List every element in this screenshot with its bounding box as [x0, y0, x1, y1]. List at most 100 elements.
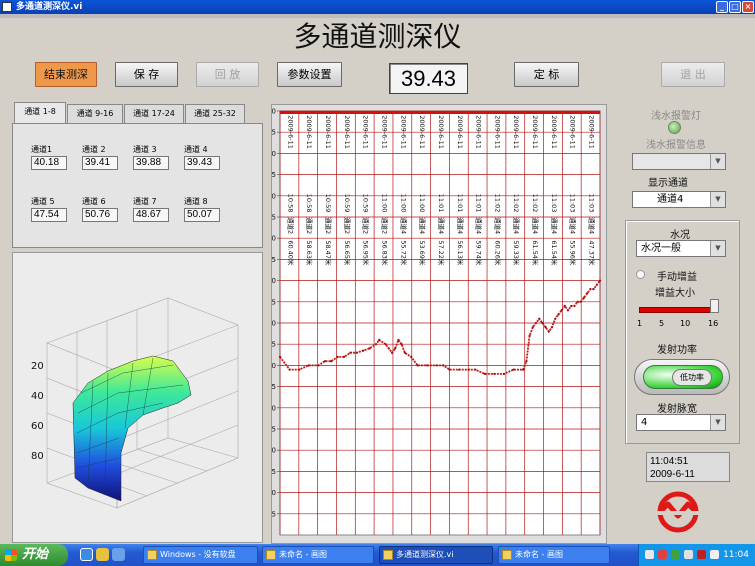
column-annotation: 11:03	[550, 194, 558, 213]
trace-point	[394, 347, 397, 350]
window-titlebar[interactable]: 多通道测深仪.vi _ □ ×	[0, 0, 755, 14]
power-toggle[interactable]: 低功率	[634, 359, 730, 395]
maximize-icon[interactable]: □	[729, 1, 741, 13]
trace-point	[550, 326, 554, 329]
column-annotation: 2009-6-11	[531, 115, 539, 149]
column-annotation: 11:01	[437, 194, 445, 213]
taskbar-item[interactable]: Windows - 没有软盘	[143, 546, 258, 564]
trace-point	[525, 360, 528, 363]
column-annotation: 11:03	[569, 194, 577, 213]
column-annotation: 2009-6-11	[512, 115, 520, 149]
water-select[interactable]: 水况一般 ▼	[636, 240, 726, 257]
media-icon[interactable]	[112, 548, 125, 561]
column-annotation: 58.63米	[305, 240, 314, 266]
channel-value: 39.88	[133, 156, 169, 170]
column-annotation: 10:58	[286, 194, 294, 213]
save-button[interactable]: 保 存	[115, 62, 178, 87]
column-annotation: 55.72米	[399, 240, 408, 266]
company-logo	[656, 491, 700, 533]
folder-icon[interactable]	[96, 548, 109, 561]
column-annotation: 58.47米	[324, 240, 333, 266]
y-tick-label: 10	[272, 150, 276, 158]
column-annotation: 2009-6-11	[286, 115, 294, 149]
gain-size-label: 增益大小	[655, 288, 695, 299]
channel-value: 47.54	[31, 208, 67, 222]
column-annotation: 2009-6-11	[588, 115, 596, 149]
tab-ch1-8[interactable]: 通道 1-8	[14, 102, 66, 123]
trace-point	[573, 304, 576, 308]
y-tick-label: 40	[272, 277, 276, 285]
trace-point	[330, 360, 333, 363]
ie-icon[interactable]	[80, 548, 93, 561]
trace-point	[528, 334, 531, 337]
gain-slider-thumb[interactable]	[710, 299, 719, 313]
column-annotation: 47.37米	[588, 240, 597, 266]
y-tick-label: 0	[272, 108, 276, 116]
column-annotation: 11:02	[493, 194, 501, 213]
column-annotation: 59.33米	[512, 240, 521, 266]
params-button[interactable]: 参数设置	[277, 62, 342, 87]
gain-slider-track[interactable]	[639, 307, 716, 313]
trace-point	[557, 313, 560, 316]
column-annotation: 通道2	[286, 217, 295, 234]
replay-button[interactable]: 回 放	[196, 62, 259, 87]
sounding-chart[interactable]: 深度(米)05101520253035404550556065707580859…	[271, 104, 607, 544]
tray-icon[interactable]	[671, 550, 680, 559]
column-annotation: 11:00	[399, 194, 407, 213]
channel-label: 通道 8	[184, 197, 208, 206]
tray-icon[interactable]	[645, 550, 654, 559]
start-label: 开始	[22, 547, 49, 562]
labview-icon	[383, 550, 393, 560]
minimize-icon[interactable]: _	[716, 1, 728, 13]
column-annotation: 2009-6-11	[569, 115, 577, 149]
trace-point	[387, 347, 390, 350]
stop-sounding-button[interactable]: 结束测深	[35, 62, 97, 87]
column-annotation: 通道2	[380, 217, 389, 234]
taskbar-item[interactable]: 未命名 - 画图	[498, 546, 610, 564]
y-tick-label: 20	[272, 192, 276, 200]
pulse-select[interactable]: 4 ▼	[636, 414, 726, 431]
water-label: 水况	[670, 230, 690, 241]
trace-point	[522, 368, 525, 371]
trace-point	[566, 309, 570, 312]
gain-tick: 1	[637, 319, 643, 328]
exit-button[interactable]: 退 出	[661, 62, 725, 87]
tab-ch17-24[interactable]: 通道 17-24	[124, 104, 184, 123]
display-channel-select[interactable]: 通道4 ▼	[632, 191, 726, 208]
trace-point	[435, 364, 438, 367]
channel-label: 通道 3	[133, 145, 157, 154]
tray-icon[interactable]	[697, 550, 706, 559]
trace-point	[278, 355, 282, 358]
window-title: 多通道测深仪.vi	[16, 2, 83, 12]
speaker-icon[interactable]	[710, 550, 719, 559]
tray-icon[interactable]	[658, 550, 667, 559]
tab-ch9-16[interactable]: 通道 9-16	[67, 104, 123, 123]
taskbar-item[interactable]: 未命名 - 画图	[262, 546, 374, 564]
tab-ch25-32[interactable]: 通道 25-32	[185, 104, 245, 123]
channel-value: 50.76	[82, 208, 118, 222]
alarm-info-label: 浅水报警信息	[646, 140, 706, 151]
column-annotation: 11:03	[588, 194, 596, 213]
surface-plot-3d[interactable]: 20 40 60 80	[12, 252, 263, 543]
alarm-info-select[interactable]: ▼	[632, 153, 726, 170]
tray-icon[interactable]	[684, 550, 693, 559]
windows-flag-icon	[5, 549, 17, 561]
close-icon[interactable]: ×	[742, 1, 754, 13]
column-annotation: 56.83米	[380, 240, 389, 266]
column-annotation: 通道2	[305, 217, 314, 234]
trace-point	[547, 330, 550, 333]
y-tick-label: 5	[272, 129, 276, 137]
trace-point	[592, 288, 595, 291]
trace-point	[589, 288, 592, 291]
start-button[interactable]: 开始	[0, 544, 68, 566]
y-tick-label: 30	[272, 235, 276, 243]
taskbar-item-active[interactable]: 多通道测深仪.vi	[379, 546, 493, 564]
trace-point	[544, 326, 547, 329]
calibrate-button[interactable]: 定 标	[514, 62, 579, 87]
channel-value: 39.41	[82, 156, 118, 170]
column-annotation: 60.26米	[493, 240, 502, 266]
column-annotation: 通道4	[550, 217, 559, 234]
manual-gain-checkbox[interactable]	[636, 270, 645, 279]
column-annotation: 2009-6-11	[437, 115, 445, 149]
trace-point	[448, 368, 451, 371]
